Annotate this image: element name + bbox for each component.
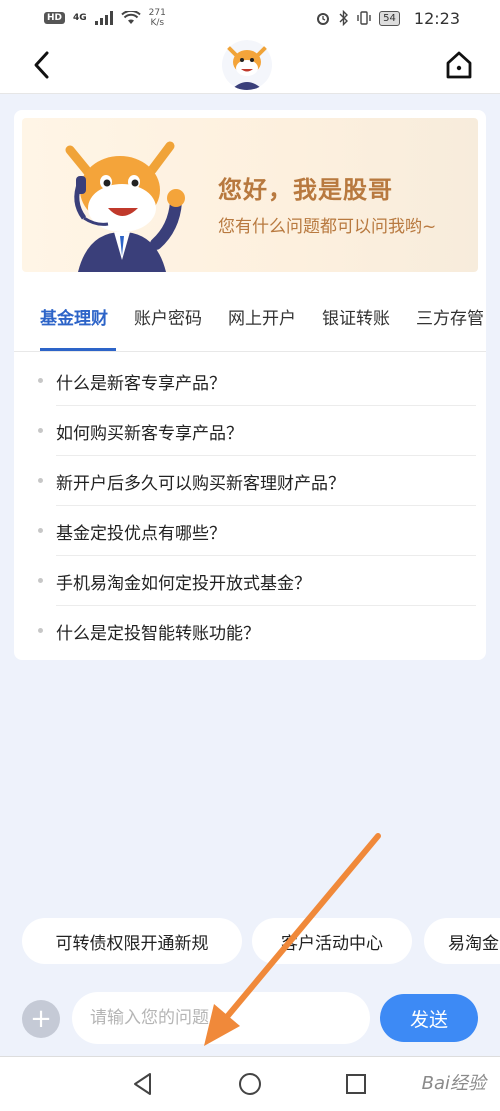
header bbox=[0, 36, 500, 94]
nav-recents-button[interactable] bbox=[343, 1071, 369, 1097]
triangle-back-icon bbox=[134, 1073, 151, 1095]
faq-card: 您好，我是股哥 您有什么问题都可以问我哟~ 基金理财 账户密码 网上开户 银证转… bbox=[14, 110, 486, 660]
system-nav-bar: Bai经验 bbox=[0, 1056, 500, 1111]
chip-yitaojin[interactable]: 易淘金 bbox=[424, 918, 500, 964]
list-item[interactable]: 如何购买新客专享产品？ bbox=[14, 406, 486, 456]
question-input[interactable] bbox=[72, 992, 370, 1044]
back-button[interactable] bbox=[28, 50, 56, 80]
list-item[interactable]: 什么是定投智能转账功能？ bbox=[14, 606, 486, 656]
bullet-icon bbox=[38, 478, 43, 483]
circle-home-icon bbox=[239, 1073, 261, 1095]
avatar bbox=[221, 40, 273, 90]
tab-third-party-custody[interactable]: 三方存管 bbox=[416, 304, 484, 350]
quick-reply-chips: 可转债权限开通新规 客户活动中心 易淘金 bbox=[0, 916, 500, 968]
list-item[interactable]: 什么是新客专享产品？ bbox=[14, 356, 486, 406]
alarm-icon bbox=[317, 13, 330, 25]
greeting-banner: 您好，我是股哥 您有什么问题都可以问我哟~ bbox=[22, 118, 478, 272]
nav-home-button[interactable] bbox=[237, 1071, 263, 1097]
bullet-icon bbox=[38, 378, 43, 383]
status-left: HD 4G 271 K/s bbox=[44, 8, 166, 28]
banner-subtitle: 您有什么问题都可以问我哟~ bbox=[218, 217, 437, 237]
tab-bank-securities-transfer[interactable]: 银证转账 bbox=[322, 304, 390, 350]
list-item[interactable]: 基金定投优点有哪些？ bbox=[14, 506, 486, 556]
net-speed-unit: K/s bbox=[150, 18, 165, 28]
bullet-icon bbox=[38, 628, 43, 633]
question-text: 手机易淘金如何定投开放式基金？ bbox=[56, 573, 311, 594]
hd-badge: HD bbox=[44, 12, 66, 24]
baidu-jingyan-watermark: Bai经验 bbox=[421, 1073, 486, 1094]
bullet-icon bbox=[38, 428, 43, 433]
tab-account-password[interactable]: 账户密码 bbox=[134, 304, 202, 350]
question-text: 如何购买新客专享产品？ bbox=[56, 423, 243, 444]
wifi-icon bbox=[120, 11, 141, 24]
status-bar: HD 4G 271 K/s 54 12:23 bbox=[0, 0, 500, 36]
send-button[interactable]: 发送 bbox=[380, 994, 478, 1042]
tab-fund-finance[interactable]: 基金理财 bbox=[40, 304, 108, 350]
clock: 12:23 bbox=[413, 8, 460, 28]
tab-online-account-opening[interactable]: 网上开户 bbox=[228, 304, 296, 350]
signal-icon bbox=[94, 11, 113, 25]
nav-back-button[interactable] bbox=[130, 1071, 156, 1097]
status-right: 54 12:23 bbox=[315, 9, 460, 28]
home-icon bbox=[446, 51, 472, 79]
mascot-avatar-icon bbox=[222, 40, 272, 90]
list-item[interactable]: 手机易淘金如何定投开放式基金？ bbox=[14, 556, 486, 606]
list-item[interactable]: 新开户后多久可以购买新客理财产品？ bbox=[14, 456, 486, 506]
chip-customer-activity[interactable]: 客户活动中心 bbox=[252, 918, 412, 964]
question-text: 什么是新客专享产品？ bbox=[56, 373, 226, 394]
bluetooth-icon bbox=[339, 10, 349, 26]
vibrate-icon bbox=[357, 11, 371, 25]
bullet-icon bbox=[38, 528, 43, 533]
add-attachment-button[interactable]: + bbox=[22, 1000, 60, 1038]
active-tab-indicator bbox=[40, 348, 116, 351]
square-recents-icon bbox=[346, 1074, 366, 1094]
net-speed-value: 271 bbox=[148, 8, 166, 18]
battery-indicator: 54 bbox=[379, 10, 400, 26]
question-list: 什么是新客专享产品？ 如何购买新客专享产品？ 新开户后多久可以购买新客理财产品？… bbox=[14, 356, 486, 656]
bullet-icon bbox=[38, 578, 43, 583]
signal-label: 4G bbox=[73, 13, 87, 23]
category-tabs: 基金理财 账户密码 网上开户 银证转账 三方存管 bbox=[14, 290, 486, 352]
net-speed: 271 K/s bbox=[149, 8, 166, 28]
question-text: 什么是定投智能转账功能？ bbox=[56, 623, 260, 644]
mascot-illustration bbox=[65, 141, 185, 272]
back-chevron-icon bbox=[34, 51, 49, 79]
home-button[interactable] bbox=[444, 50, 474, 80]
question-text: 基金定投优点有哪些？ bbox=[56, 523, 226, 544]
chip-convertible-bond[interactable]: 可转债权限开通新规 bbox=[22, 918, 242, 964]
banner-title: 您好，我是股哥 bbox=[218, 176, 393, 204]
question-text: 新开户后多久可以购买新客理财产品？ bbox=[56, 473, 345, 494]
